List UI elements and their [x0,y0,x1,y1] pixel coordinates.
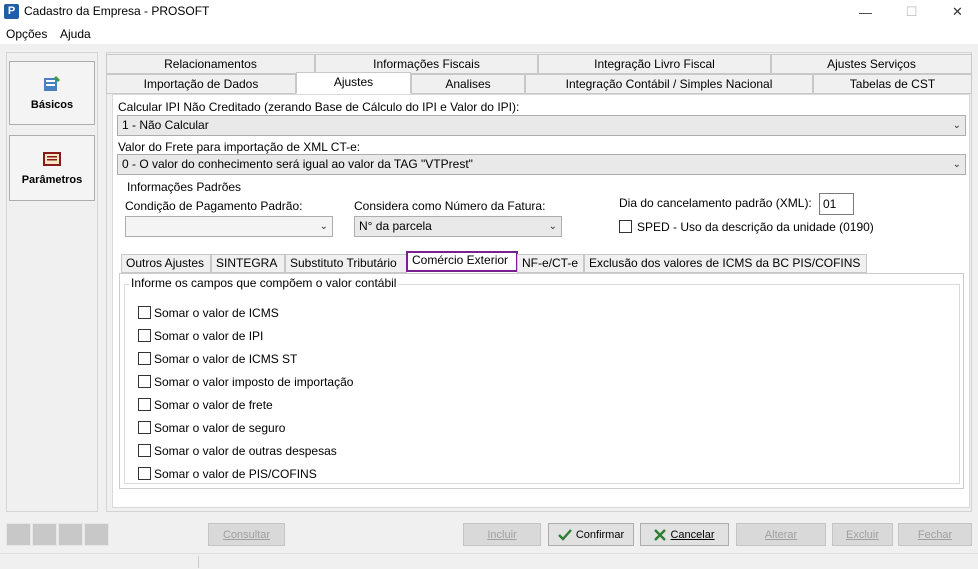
incluir-label: Incluir [487,528,517,541]
somar-seguro-label: Somar o valor de seguro [154,421,286,435]
subtab-outros-ajustes[interactable]: Outros Ajustes [121,254,211,273]
nav-first-button[interactable] [6,523,31,546]
somar-ipi-checkbox[interactable] [138,329,151,342]
somar-seguro-checkbox[interactable] [138,421,151,434]
excluir-label: Excluir [845,528,879,541]
somar-outras-despesas-label: Somar o valor de outras despesas [154,444,337,458]
tab-tabelas-cst[interactable]: Tabelas de CST [813,74,972,94]
group-title: Informações Padrões [125,180,244,194]
close-button[interactable]: ✕ [935,0,978,24]
basics-icon [44,76,60,91]
ipi-label: Calcular IPI Não Creditado (zerando Base… [118,100,520,114]
somar-icms-st-checkbox[interactable] [138,352,151,365]
chevron-down-icon: ⌄ [319,221,328,232]
fechar-button[interactable]: Fechar [898,523,972,546]
sidebar-item-label: Básicos [30,99,74,111]
chevron-down-icon: ⌄ [952,159,961,170]
nav-prev-button[interactable] [32,523,57,546]
tab-ajustes[interactable]: Ajustes [296,72,411,94]
subtab-nfe-cte[interactable]: NF-e/CT-e [517,254,584,273]
sidebar-item-label: Parâmetros [21,174,83,186]
cancelar-label: Cancelar [670,528,715,541]
subtab-comercio-exterior[interactable]: Comércio Exterior [406,251,518,272]
fatura-value: N° da parcela [359,219,432,233]
subtab-exclusao-icms[interactable]: Exclusão dos valores de ICMS da BC PIS/C… [584,254,867,273]
somar-icms-label: Somar o valor de ICMS [154,306,279,320]
somar-frete-checkbox[interactable] [138,398,151,411]
fatura-select[interactable]: N° da parcela ⌄ [354,216,562,237]
incluir-button[interactable]: Incluir [463,523,541,546]
tab-ajustes-servicos[interactable]: Ajustes Serviços [771,54,972,74]
sidebar-item-parametros[interactable]: Parâmetros [9,135,95,201]
tab-analises[interactable]: Analises [411,74,525,94]
frete-select[interactable]: 0 - O valor do conhecimento será igual a… [117,154,966,175]
cancelar-button[interactable]: Cancelar [640,523,729,546]
subtab-sintegra[interactable]: SINTEGRA [211,254,285,273]
group-title: Informe os campos que compõem o valor co… [129,276,399,290]
dia-cancelamento-input[interactable]: 01 [819,193,854,215]
sped-checkbox[interactable] [619,220,632,233]
tab-relacionamentos[interactable]: Relacionamentos [106,54,315,74]
fatura-label: Considera como Número da Fatura: [354,199,546,213]
tab-integracao-livro-fiscal[interactable]: Integração Livro Fiscal [538,54,771,74]
sidebar-item-basicos[interactable]: Básicos [9,61,95,125]
consultar-label: Consultar [222,528,271,541]
sped-label: SPED - Uso da descrição da unidade (0190… [637,220,874,234]
menu-ajuda[interactable]: Ajuda [60,27,91,41]
alterar-label: Alterar [764,528,798,541]
sidebar: Básicos Parâmetros [6,52,98,512]
app-icon: P [4,4,19,19]
tab-informacoes-fiscais[interactable]: Informações Fiscais [315,54,538,74]
confirmar-label: Confirmar [575,528,625,541]
consultar-button[interactable]: Consultar [208,523,285,546]
confirmar-button[interactable]: Confirmar [548,523,634,546]
frete-label: Valor do Frete para importação de XML CT… [118,140,361,154]
somar-ipi-label: Somar o valor de IPI [154,329,264,343]
parameters-icon [43,152,61,166]
cond-pagamento-label: Condição de Pagamento Padrão: [125,199,303,213]
subtab-substituto-tributario[interactable]: Substituto Tributário [285,254,407,273]
minimize-button[interactable]: — [843,0,888,24]
somar-outras-despesas-checkbox[interactable] [138,444,151,457]
somar-icms-checkbox[interactable] [138,306,151,319]
somar-pis-cofins-checkbox[interactable] [138,467,151,480]
ipi-select[interactable]: 1 - Não Calcular ⌄ [117,115,966,136]
chevron-down-icon: ⌄ [548,221,557,232]
x-icon [654,528,667,541]
somar-imposto-importacao-checkbox[interactable] [138,375,151,388]
somar-icms-st-label: Somar o valor de ICMS ST [154,352,298,366]
cond-pagamento-select[interactable]: ⌄ [125,216,333,237]
menu-opcoes[interactable]: Opções [6,27,47,41]
tab-integracao-contabil[interactable]: Integração Contábil / Simples Nacional [525,74,813,94]
title-bar: P Cadastro da Empresa - PROSOFT — ☐ ✕ [0,0,978,24]
fechar-label: Fechar [917,528,953,541]
menu-bar: Opções Ajuda [0,24,978,44]
alterar-button[interactable]: Alterar [736,523,826,546]
somar-pis-cofins-label: Somar o valor de PIS/COFINS [154,467,317,481]
check-icon [557,528,572,541]
excluir-button[interactable]: Excluir [832,523,893,546]
tab-importacao-dados[interactable]: Importação de Dados [106,74,296,94]
chevron-down-icon: ⌄ [952,120,961,131]
ipi-select-value: 1 - Não Calcular [122,118,209,132]
maximize-button[interactable]: ☐ [889,0,934,24]
dia-cancelamento-label: Dia do cancelamento padrão (XML): [619,196,812,210]
frete-select-value: 0 - O valor do conhecimento será igual a… [122,157,473,171]
status-divider [198,556,199,568]
status-bar [0,553,978,569]
window-title: Cadastro da Empresa - PROSOFT [24,4,210,18]
somar-imposto-importacao-label: Somar o valor imposto de importação [154,375,354,389]
nav-next-button[interactable] [58,523,83,546]
nav-last-button[interactable] [84,523,109,546]
somar-frete-label: Somar o valor de frete [154,398,273,412]
